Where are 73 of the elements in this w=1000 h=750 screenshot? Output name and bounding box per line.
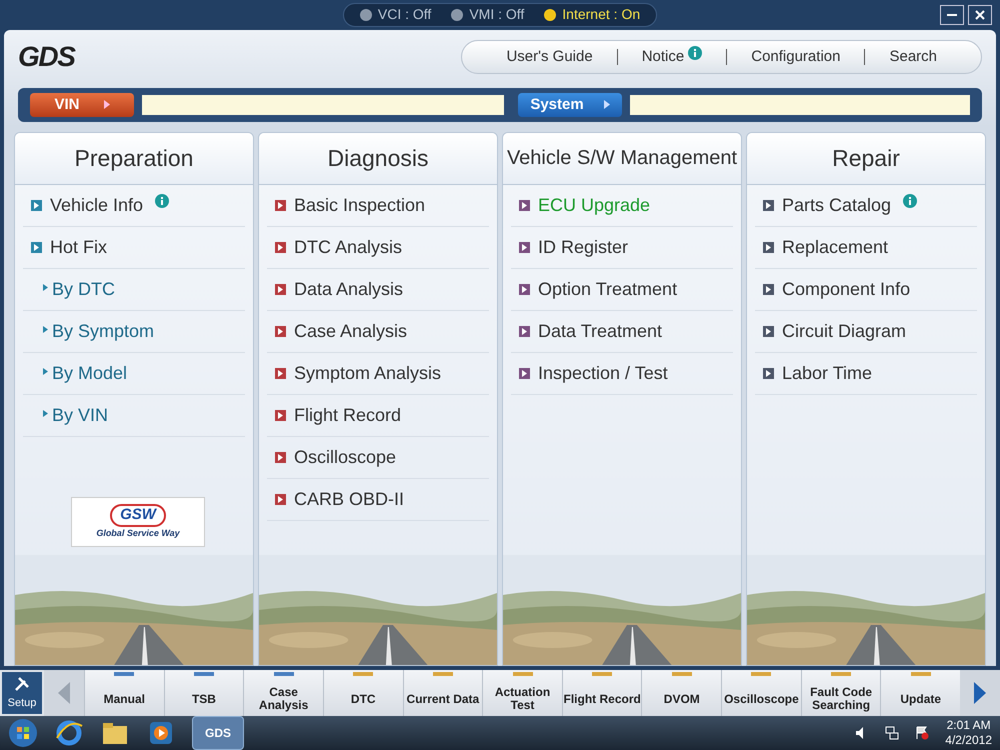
info-icon [155,194,170,208]
browser-icon[interactable] [54,718,84,748]
clock-time: 2:01 AM [946,718,991,733]
toolbar-button[interactable]: Manual [84,670,164,716]
menu-item[interactable]: By Model [23,352,245,395]
toolbar-button[interactable]: Actuation Test [482,670,562,716]
menu-item[interactable]: Hot Fix [23,226,245,269]
menu-item[interactable]: Option Treatment [511,268,733,311]
top-menu-link[interactable]: Configuration [739,46,852,68]
toolbar-button[interactable]: TSB [164,670,244,716]
menu-item[interactable]: By Symptom [23,310,245,353]
start-button[interactable] [8,718,38,748]
system-button[interactable]: System [518,92,622,117]
toolbar-button[interactable]: Case Analysis [243,670,323,716]
logo-tagline: Global Service Way [96,526,180,540]
arrow-icon [104,100,110,110]
menu-item[interactable]: By DTC [23,268,245,311]
minimize-icon [947,14,957,16]
clock-date: 4/2/2012 [945,733,992,748]
menu-item[interactable]: By VIN [23,394,245,437]
toolbar-button[interactable]: Oscilloscope [721,670,801,716]
vin-field[interactable] [142,94,504,115]
logo-text: GSW [110,504,166,527]
menu-item[interactable]: Circuit Diagram [755,310,977,353]
arrow-icon [604,100,610,110]
taskbar-app[interactable]: GDS [192,716,244,750]
toolbar-button[interactable]: DVOM [641,670,722,716]
menu-item[interactable]: Vehicle Info [23,184,245,227]
panel-title: Vehicle S/W Management [503,132,741,185]
menu-item[interactable]: Component Info [755,268,977,311]
network-icon[interactable] [885,726,900,740]
close-button[interactable] [968,5,992,25]
app-logo: GDS [18,40,74,74]
menu-item[interactable]: ID Register [511,226,733,269]
top-menu-link[interactable]: Search [877,46,949,68]
right-arrow-icon [974,682,986,704]
toolbar-button[interactable]: Current Data [402,670,482,716]
menu-item[interactable]: Flight Record [267,394,489,437]
toolbar-button[interactable]: DTC [322,670,403,716]
toolbar-button[interactable]: Flight Record [562,670,642,716]
menu-item[interactable]: Parts Catalog [755,184,977,227]
scroll-right-button[interactable] [960,670,1000,716]
top-menu-link[interactable]: Notice [630,46,714,68]
menu-item[interactable]: Data Analysis [267,268,489,311]
menu-item[interactable]: Replacement [755,226,977,269]
panel-title: Repair [747,132,985,185]
menu-item[interactable]: Oscilloscope [267,436,489,479]
menu-item[interactable]: Data Treatment [511,310,733,353]
top-menu-link[interactable]: User's Guide [494,46,605,68]
menu-item[interactable]: DTC Analysis [267,226,489,269]
menu-item[interactable]: Inspection / Test [511,352,733,395]
close-icon [975,10,985,20]
system-field[interactable] [630,94,970,115]
tools-icon [13,674,31,693]
panel-title: Preparation [15,132,253,185]
menu-item[interactable]: Basic Inspection [267,184,489,227]
menu-item[interactable]: Case Analysis [267,310,489,353]
flag-icon[interactable] [915,726,930,740]
info-icon [903,194,918,208]
panel-title: Diagnosis [259,132,497,185]
status-label: VMI : Off [469,5,524,24]
status-label: VCI : Off [378,5,432,24]
info-icon [688,46,702,60]
left-arrow-icon [58,682,70,704]
minimize-button[interactable] [940,5,964,25]
menu-item[interactable]: CARB OBD-II [267,478,489,521]
vin-button[interactable]: VIN [30,92,134,117]
setup-button[interactable]: Setup [2,672,42,714]
menu-item[interactable]: Symptom Analysis [267,352,489,395]
toolbar-button[interactable]: Update [880,670,960,716]
toolbar-button[interactable]: Fault Code Searching [800,670,880,716]
status-label: Internet : On [562,5,640,24]
menu-item[interactable]: Labor Time [755,352,977,395]
